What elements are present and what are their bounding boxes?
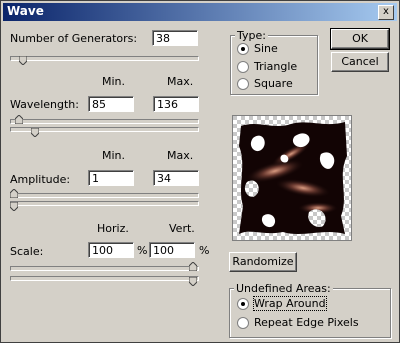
randomize-button[interactable]: Randomize: [229, 252, 297, 272]
wavelength-max-input[interactable]: 136: [153, 96, 199, 112]
type-square-radio[interactable]: [237, 78, 249, 90]
scale-horiz-unit: %: [137, 244, 148, 257]
scale-horiz-slider-track[interactable]: [10, 266, 199, 271]
scale-vert-slider-track[interactable]: [10, 276, 199, 281]
wavelength-max-slider-thumb[interactable]: [31, 128, 40, 137]
close-icon: x: [383, 6, 389, 17]
generators-slider-track[interactable]: [10, 56, 199, 61]
type-square-label[interactable]: Square: [254, 77, 293, 90]
amplitude-label: Amplitude:: [10, 173, 71, 186]
amplitude-min-slider-track[interactable]: [10, 193, 199, 198]
amplitude-min-input[interactable]: 1: [88, 170, 134, 186]
type-triangle-label[interactable]: Triangle: [254, 60, 297, 73]
repeat-edge-pixels-label[interactable]: Repeat Edge Pixels: [254, 316, 359, 329]
wavelength-min-input[interactable]: 85: [88, 96, 134, 112]
wavelength-min-header: Min.: [102, 75, 126, 88]
type-sine-label[interactable]: Sine: [254, 42, 278, 55]
type-triangle-radio[interactable]: [237, 61, 249, 73]
scale-horiz-slider-thumb[interactable]: [189, 262, 197, 271]
amplitude-max-input[interactable]: 34: [153, 170, 199, 186]
wavelength-min-slider-thumb[interactable]: [15, 115, 24, 124]
cancel-button[interactable]: Cancel: [331, 52, 389, 72]
scale-horiz-input[interactable]: 100: [88, 242, 134, 258]
wave-dialog: Wave x Number of Generators: 38 Min. Max…: [0, 0, 400, 343]
scale-label: Scale:: [10, 245, 44, 258]
generators-label: Number of Generators:: [10, 32, 138, 45]
amplitude-min-slider-thumb[interactable]: [10, 189, 18, 198]
generators-input[interactable]: 38: [152, 30, 198, 46]
wavelength-max-header: Max.: [167, 75, 194, 88]
radio-selected-dot: [241, 47, 245, 51]
scale-vert-slider-thumb[interactable]: [189, 277, 197, 286]
title-bar: Wave x: [3, 3, 397, 21]
wave-preview-image: [232, 115, 352, 241]
type-group-title: Type:: [235, 29, 268, 42]
amplitude-max-header: Max.: [167, 149, 194, 162]
wrap-around-label[interactable]: Wrap Around: [253, 296, 327, 311]
scale-vert-input[interactable]: 100: [149, 242, 195, 258]
window-title: Wave: [7, 4, 44, 18]
generators-slider-thumb[interactable]: [18, 56, 27, 65]
wavelength-label: Wavelength:: [10, 98, 79, 111]
undefined-areas-title: Undefined Areas:: [234, 282, 333, 295]
scale-horiz-header: Horiz.: [97, 222, 129, 235]
scale-vert-unit: %: [199, 244, 210, 257]
amplitude-min-header: Min.: [102, 149, 126, 162]
ok-button[interactable]: OK: [330, 28, 390, 50]
wrap-around-radio[interactable]: [237, 298, 249, 310]
type-sine-radio[interactable]: [237, 43, 249, 55]
close-button[interactable]: x: [378, 5, 394, 20]
repeat-edge-pixels-radio[interactable]: [237, 317, 249, 329]
wavelength-min-slider-track[interactable]: [10, 119, 199, 124]
radio-selected-dot: [241, 302, 245, 306]
undefined-areas-group: [229, 288, 391, 338]
scale-vert-header: Vert.: [169, 222, 195, 235]
amplitude-max-slider-thumb[interactable]: [10, 202, 18, 211]
amplitude-max-slider-track[interactable]: [10, 201, 199, 206]
